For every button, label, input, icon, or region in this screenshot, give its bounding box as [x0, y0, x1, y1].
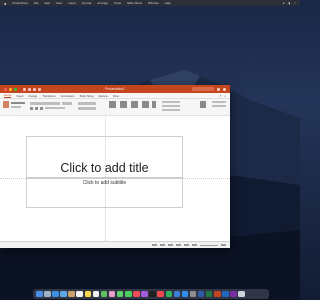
tab-home[interactable]: Home	[4, 93, 12, 98]
launchpad-icon[interactable]	[44, 290, 51, 298]
excel-icon[interactable]	[205, 290, 213, 298]
underline-icon[interactable]	[40, 107, 43, 110]
menu-item-help[interactable]: Help	[165, 1, 171, 5]
subtitle-placeholder[interactable]: Click to add subtitle	[26, 178, 183, 208]
account-icon[interactable]	[223, 87, 226, 91]
onenote-icon[interactable]	[230, 290, 237, 298]
contacts-icon[interactable]	[68, 290, 75, 298]
zoom-slider[interactable]	[200, 244, 218, 246]
safari-icon[interactable]	[52, 290, 59, 298]
powerpoint-window: Presentation1 Home Insert Design Transit…	[0, 85, 230, 248]
subtitle-placeholder-text: Click to add subtitle	[82, 180, 127, 186]
dock	[33, 289, 269, 299]
bold-icon[interactable]	[30, 107, 33, 110]
font-size-select[interactable]	[62, 102, 72, 105]
mail-icon[interactable]	[60, 290, 67, 298]
convert-to-smartart-icon[interactable]	[109, 101, 116, 108]
design-ideas-icon[interactable]	[200, 101, 206, 108]
menu-item-arrange[interactable]: Arrange	[97, 1, 108, 5]
menu-item-edit[interactable]: Edit	[45, 1, 50, 5]
smiley-icon[interactable]	[217, 87, 220, 91]
keynote-icon[interactable]	[173, 290, 181, 298]
menu-item-app[interactable]: PowerPoint	[12, 1, 27, 5]
status-bar	[0, 241, 230, 248]
tab-transitions[interactable]: Transitions	[42, 94, 56, 98]
text-box-icon[interactable]	[142, 101, 149, 108]
tv-icon[interactable]	[149, 290, 156, 298]
battery-icon[interactable]: ▮	[289, 1, 291, 5]
slide[interactable]: Click to add title Click to add subtitle	[0, 116, 230, 241]
menu-item-tools[interactable]: Tools	[114, 1, 121, 5]
paragraph-list-group[interactable]	[78, 102, 96, 105]
spotlight-icon[interactable]: ○	[294, 1, 296, 5]
menu-item-window[interactable]: Window	[148, 1, 159, 5]
normal-view-icon[interactable]	[168, 243, 173, 247]
paragraph-align-group[interactable]	[78, 107, 96, 110]
menu-item-file[interactable]: File	[34, 1, 39, 5]
title-bar: Presentation1	[0, 85, 230, 93]
calendar-icon[interactable]	[76, 290, 83, 298]
font-name-select[interactable]	[30, 102, 60, 105]
arrange-icon[interactable]	[152, 101, 156, 108]
slideshow-view-icon[interactable]	[192, 243, 197, 247]
notes-button[interactable]	[152, 243, 157, 247]
notes-icon[interactable]	[84, 290, 92, 298]
ribbon-home	[0, 99, 230, 116]
system-preferences-icon[interactable]	[189, 290, 197, 298]
new-slide-button[interactable]	[11, 102, 25, 104]
music-icon[interactable]	[133, 290, 140, 298]
news-icon[interactable]	[157, 290, 164, 298]
menu-bar: ● PowerPoint File Edit View Insert Forma…	[0, 0, 300, 6]
title-placeholder-text: Click to add title	[60, 161, 149, 175]
app-store-icon[interactable]	[181, 290, 189, 298]
replace-button[interactable]	[212, 105, 226, 107]
shapes-icon[interactable]	[131, 101, 138, 108]
slide-canvas: Click to add title Click to add subtitle	[0, 115, 230, 241]
apple-icon[interactable]: ●	[4, 1, 6, 6]
photos-icon[interactable]	[108, 290, 116, 298]
picture-icon[interactable]	[120, 101, 127, 108]
reminders-icon[interactable]	[92, 290, 100, 298]
tab-view[interactable]: View	[113, 94, 119, 98]
numbers-icon[interactable]	[165, 290, 172, 298]
fit-to-window-icon[interactable]	[221, 243, 226, 247]
shape-outline-button[interactable]	[162, 105, 180, 107]
slide-sorter-icon[interactable]	[176, 243, 181, 247]
find-button[interactable]	[212, 101, 226, 103]
layout-button[interactable]	[11, 106, 21, 108]
tab-slide-show[interactable]: Slide Show	[80, 94, 94, 98]
tab-design[interactable]: Design	[28, 94, 37, 98]
menu-item-slideshow[interactable]: Slide Show	[127, 1, 142, 5]
powerpoint-icon[interactable]	[214, 290, 221, 298]
menu-item-view[interactable]: View	[56, 1, 62, 5]
tab-animations[interactable]: Animations	[61, 94, 75, 98]
podcasts-icon[interactable]	[141, 290, 148, 298]
title-placeholder[interactable]: Click to add title	[26, 136, 183, 178]
trash-icon[interactable]	[238, 290, 245, 298]
menu-item-insert[interactable]: Insert	[68, 1, 76, 5]
comments-button[interactable]	[160, 243, 165, 247]
maps-icon[interactable]	[100, 290, 108, 298]
reading-view-icon[interactable]	[184, 243, 189, 247]
italic-icon[interactable]	[35, 107, 38, 110]
tab-review[interactable]: Review	[99, 94, 108, 98]
wifi-icon[interactable]: ●	[283, 1, 285, 5]
finder-icon[interactable]	[36, 290, 43, 298]
share-icon[interactable]: ↗	[219, 94, 221, 98]
facetime-icon[interactable]	[125, 290, 132, 298]
messages-icon[interactable]	[116, 290, 124, 298]
menu-item-format[interactable]: Format	[82, 1, 92, 5]
tab-insert[interactable]: Insert	[16, 94, 23, 98]
quick-styles-button[interactable]	[162, 109, 180, 111]
outlook-icon[interactable]	[222, 290, 229, 298]
shape-fill-button[interactable]	[162, 101, 180, 103]
word-icon[interactable]	[197, 290, 205, 298]
paste-icon[interactable]	[3, 101, 9, 108]
search-input[interactable]	[192, 87, 214, 91]
comments-icon[interactable]: □	[224, 94, 226, 98]
font-format-group[interactable]	[45, 107, 65, 109]
